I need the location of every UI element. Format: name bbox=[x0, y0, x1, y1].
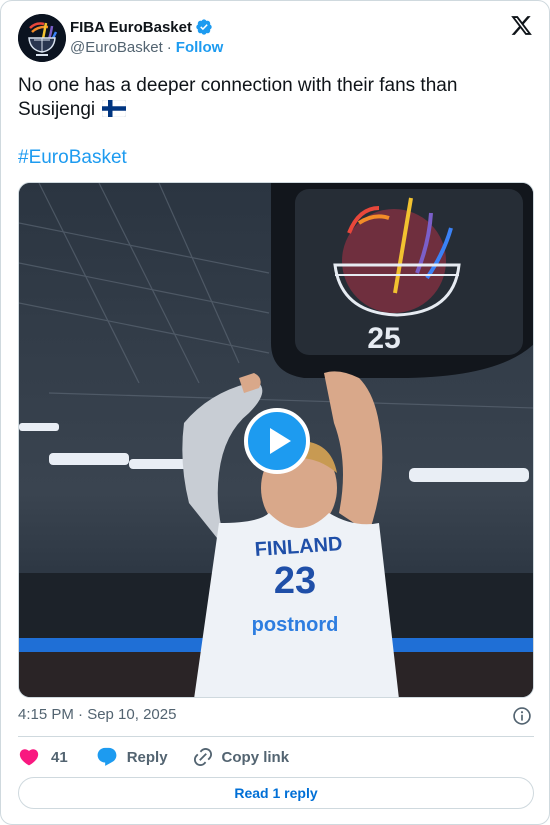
tweet-body: No one has a deeper connection with thei… bbox=[18, 75, 458, 120]
follow-button[interactable]: Follow bbox=[176, 39, 224, 56]
like-button[interactable]: 41 bbox=[18, 746, 68, 768]
avatar[interactable] bbox=[18, 14, 66, 62]
jersey-number: 23 bbox=[274, 560, 316, 602]
video-player[interactable]: 25 FINLAND 23 postnord bbox=[18, 182, 534, 698]
divider bbox=[18, 736, 534, 737]
reply-button[interactable]: Reply bbox=[96, 746, 168, 768]
scoreboard-logo-text: 25 bbox=[367, 322, 400, 355]
eurobasket-logo-icon bbox=[18, 14, 66, 62]
play-icon bbox=[270, 428, 291, 454]
hashtag-link[interactable]: #EuroBasket bbox=[18, 146, 127, 170]
read-replies-button[interactable]: Read 1 reply bbox=[18, 777, 534, 809]
reply-bubble-icon bbox=[97, 747, 117, 766]
info-icon[interactable] bbox=[512, 706, 532, 726]
link-icon bbox=[193, 747, 212, 767]
author-handle-row: @EuroBasket · Follow bbox=[70, 39, 223, 56]
like-count: 41 bbox=[51, 748, 68, 766]
finland-flag-icon bbox=[102, 100, 127, 117]
author-handle[interactable]: @EuroBasket bbox=[70, 39, 163, 56]
author-name-row: FIBA EuroBasket bbox=[70, 17, 213, 37]
tweet-timestamp[interactable]: 4:15 PM · Sep 10, 2025 bbox=[18, 706, 176, 723]
tweet-card: FIBA EuroBasket @EuroBasket · Follow No … bbox=[0, 0, 550, 825]
x-logo-icon[interactable] bbox=[510, 14, 533, 37]
tweet-text: No one has a deeper connection with thei… bbox=[18, 74, 528, 122]
separator-dot: · bbox=[166, 39, 172, 56]
play-button[interactable] bbox=[244, 408, 310, 474]
copy-link-label: Copy link bbox=[221, 748, 290, 766]
heart-icon bbox=[19, 749, 39, 766]
verified-badge-icon bbox=[196, 19, 212, 35]
author-display-name[interactable]: FIBA EuroBasket bbox=[70, 19, 192, 36]
reply-label: Reply bbox=[126, 748, 168, 766]
copy-link-button[interactable]: Copy link bbox=[192, 746, 290, 768]
action-bar: 41 Reply Copy link bbox=[18, 745, 289, 769]
jersey-sponsor: postnord bbox=[252, 614, 339, 636]
